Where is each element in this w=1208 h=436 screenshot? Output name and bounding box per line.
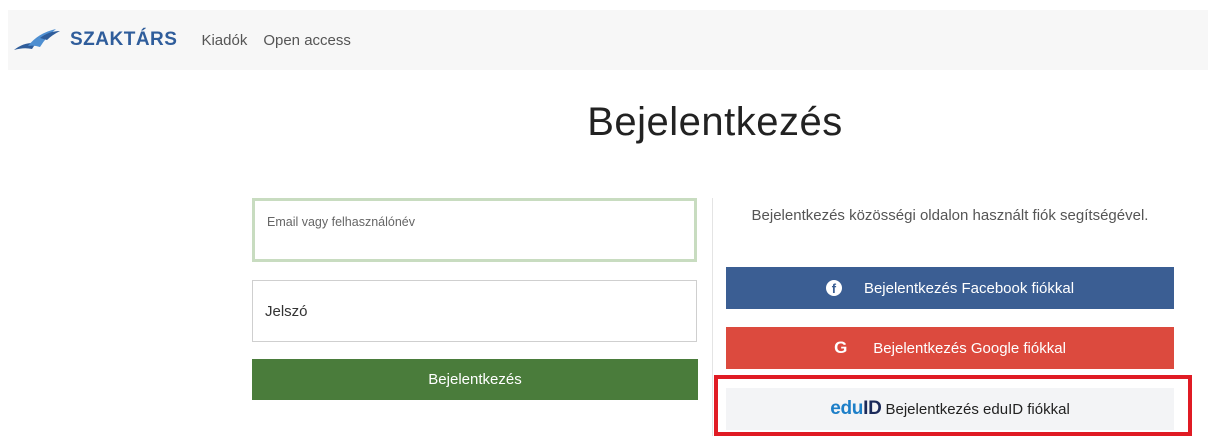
eduid-login-label: Bejelentkezés eduID fiókkal: [885, 400, 1070, 418]
login-button[interactable]: Bejelentkezés: [252, 359, 698, 400]
facebook-icon: f: [825, 280, 842, 296]
password-field[interactable]: Jelszó: [252, 280, 697, 342]
google-login-button[interactable]: G Bejelentkezés Google fiókkal: [726, 327, 1174, 369]
password-placeholder: Jelszó: [265, 302, 308, 320]
brand-link[interactable]: SZAKTÁRS: [12, 25, 177, 55]
nav-link-open-access[interactable]: Open access: [263, 32, 351, 49]
nav-link-kiadok[interactable]: Kiadók: [201, 32, 247, 49]
social-login-intro: Bejelentkezés közösségi oldalon használt…: [751, 207, 1149, 224]
login-button-label: Bejelentkezés: [428, 371, 522, 388]
eduid-logo-id: ID: [863, 398, 882, 419]
top-navbar: SZAKTÁRS Kiadók Open access: [8, 10, 1208, 70]
email-placeholder: Email vagy felhasználónév: [267, 215, 415, 229]
google-login-label: Bejelentkezés Google fiókkal: [873, 339, 1066, 357]
eduid-login-button[interactable]: eduID Bejelentkezés eduID fiókkal: [726, 388, 1174, 430]
page-title: Bejelentkezés: [587, 100, 843, 144]
facebook-login-label: Bejelentkezés Facebook fiókkal: [863, 279, 1075, 297]
column-divider: [712, 198, 713, 436]
eduid-logo-edu: edu: [830, 398, 864, 419]
facebook-login-button[interactable]: f Bejelentkezés Facebook fiókkal: [726, 267, 1174, 309]
brand-name: SZAKTÁRS: [70, 29, 178, 50]
szaktars-logo-icon: [14, 29, 60, 50]
google-icon: G: [834, 338, 848, 357]
eduid-logo-icon: eduID: [830, 398, 882, 420]
email-field[interactable]: Email vagy felhasználónév: [252, 198, 697, 262]
